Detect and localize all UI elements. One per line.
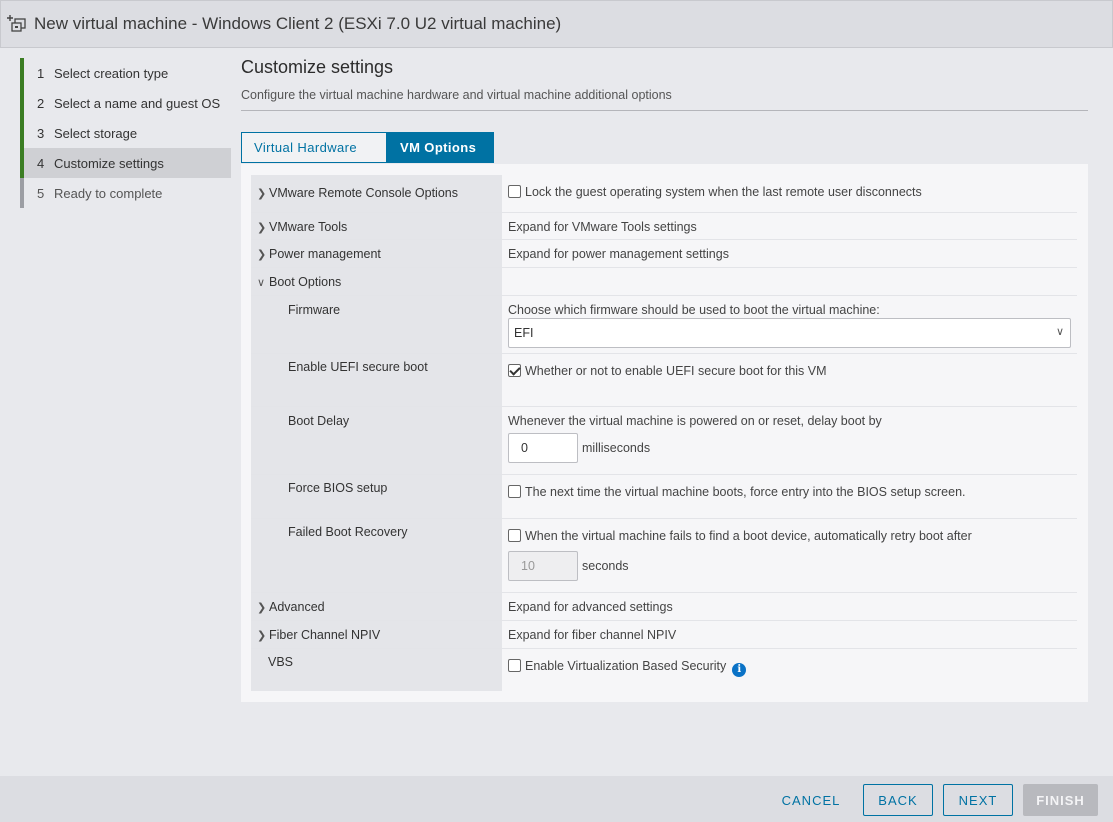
next-button[interactable]: NEXT xyxy=(943,784,1013,816)
option-row-secure-boot: Enable UEFI secure boot Whether or not t… xyxy=(251,354,1077,407)
advanced-summary: Expand for advanced settings xyxy=(508,600,673,614)
step-label: Select creation type xyxy=(54,65,169,81)
remote-console-toggle[interactable]: ❯ VMware Remote Console Options xyxy=(257,186,458,200)
power-management-summary: Expand for power management settings xyxy=(508,247,729,261)
chevron-right-icon: ❯ xyxy=(257,602,267,614)
vbs-description: Enable Virtualization Based Security xyxy=(525,659,727,673)
info-icon[interactable]: i xyxy=(732,663,747,677)
boot-delay-label: Boot Delay xyxy=(288,414,350,428)
wizard-step-customize-settings[interactable]: 4 Customize settings xyxy=(20,148,231,178)
boot-delay-input[interactable]: 0 xyxy=(508,433,578,463)
tab-bar: Virtual Hardware VM Options xyxy=(241,132,494,163)
step-number: 4 xyxy=(37,155,45,171)
firmware-label: Firmware xyxy=(288,303,341,317)
window-title: New virtual machine - Windows Client 2 (… xyxy=(34,14,562,33)
step-label: Select storage xyxy=(54,125,138,141)
fiber-channel-npiv-summary: Expand for fiber channel NPIV xyxy=(508,628,677,642)
force-bios-checkbox[interactable] xyxy=(508,485,521,498)
option-row-vbs: VBS Enable Virtualization Based Security… xyxy=(251,649,1077,691)
failed-boot-recovery-label: Failed Boot Recovery xyxy=(288,525,408,539)
vm-options-panel: ❯ VMware Remote Console Options Lock the … xyxy=(241,164,1088,702)
wizard-step-creation-type[interactable]: 1 Select creation type xyxy=(20,58,231,88)
cancel-button[interactable]: CANCEL xyxy=(771,784,851,816)
lock-guest-os-label: Lock the guest operating system when the… xyxy=(525,185,922,199)
option-row-fiber-channel-npiv: ❯ Fiber Channel NPIV Expand for fiber cha… xyxy=(251,621,1077,649)
vbs-checkbox[interactable] xyxy=(508,659,521,672)
secure-boot-label: Enable UEFI secure boot xyxy=(288,360,428,374)
step-label: Ready to complete xyxy=(54,185,163,201)
wizard-footer: CANCEL BACK NEXT FINISH xyxy=(0,776,1113,822)
title-bar: New virtual machine - Windows Client 2 (… xyxy=(0,0,1113,48)
fiber-channel-npiv-toggle[interactable]: ❯ Fiber Channel NPIV xyxy=(257,628,380,642)
step-number: 5 xyxy=(37,185,45,201)
option-row-failed-boot-recovery: Failed Boot Recovery When the virtual ma… xyxy=(251,519,1077,593)
retry-seconds-unit: seconds xyxy=(582,559,629,573)
force-bios-description: The next time the virtual machine boots,… xyxy=(525,485,966,499)
page-subtitle: Configure the virtual machine hardware a… xyxy=(241,88,672,102)
page-title: Customize settings xyxy=(241,57,394,77)
lock-guest-os-checkbox[interactable] xyxy=(508,185,521,198)
main-content: Customize settings Configure the virtual… xyxy=(231,48,1113,776)
vbs-label: VBS xyxy=(268,655,294,669)
power-management-toggle[interactable]: ❯ Power management xyxy=(257,247,381,261)
wizard-step-ready-to-complete: 5 Ready to complete xyxy=(20,178,231,208)
step-label: Customize settings xyxy=(54,155,164,171)
failed-boot-recovery-checkbox[interactable] xyxy=(508,529,521,542)
option-row-power-management: ❯ Power management Expand for power manag… xyxy=(251,240,1077,268)
force-bios-label: Force BIOS setup xyxy=(288,481,388,495)
tab-vm-options[interactable]: VM Options xyxy=(387,132,494,163)
new-vm-icon xyxy=(7,15,26,32)
option-row-firmware: Firmware Choose which firmware should be… xyxy=(251,296,1077,354)
firmware-select[interactable]: EFI ∨ xyxy=(508,318,1071,348)
firmware-description: Choose which firmware should be used to … xyxy=(508,303,880,317)
wizard-step-storage[interactable]: 3 Select storage xyxy=(20,118,231,148)
advanced-toggle[interactable]: ❯ Advanced xyxy=(257,600,325,614)
option-row-remote-console: ❯ VMware Remote Console Options Lock the … xyxy=(251,175,1077,213)
chevron-right-icon: ❯ xyxy=(257,630,267,642)
wizard-steps: 1 Select creation type 2 Select a name a… xyxy=(0,48,231,776)
finish-button[interactable]: FINISH xyxy=(1023,784,1098,816)
chevron-right-icon: ❯ xyxy=(257,188,267,200)
step-label: Select a name and guest OS xyxy=(54,95,221,111)
chevron-right-icon: ❯ xyxy=(257,249,267,261)
chevron-down-icon: ∨ xyxy=(257,277,266,289)
divider xyxy=(241,110,1088,111)
secure-boot-checkbox[interactable] xyxy=(508,364,521,377)
back-button[interactable]: BACK xyxy=(863,784,933,816)
vmware-tools-toggle[interactable]: ❯ VMware Tools xyxy=(257,220,347,234)
boot-delay-unit: milliseconds xyxy=(582,441,651,455)
step-number: 2 xyxy=(37,95,45,111)
vmware-tools-summary: Expand for VMware Tools settings xyxy=(508,220,697,234)
tab-virtual-hardware[interactable]: Virtual Hardware xyxy=(241,132,387,163)
secure-boot-description: Whether or not to enable UEFI secure boo… xyxy=(525,364,827,378)
wizard-step-name-guest-os[interactable]: 2 Select a name and guest OS xyxy=(20,88,231,118)
option-row-advanced: ❯ Advanced Expand for advanced settings xyxy=(251,593,1077,621)
option-row-boot-delay: Boot Delay Whenever the virtual machine … xyxy=(251,407,1077,475)
retry-seconds-input[interactable]: 10 xyxy=(508,551,578,581)
boot-options-toggle[interactable]: ∨ Boot Options xyxy=(257,275,341,289)
boot-delay-description: Whenever the virtual machine is powered … xyxy=(508,414,882,428)
options-grid: ❯ VMware Remote Console Options Lock the … xyxy=(251,175,1077,691)
firmware-selected-value: EFI xyxy=(514,326,534,340)
step-number: 1 xyxy=(37,65,45,81)
option-row-force-bios: Force BIOS setup The next time the virtu… xyxy=(251,475,1077,519)
failed-boot-recovery-description: When the virtual machine fails to find a… xyxy=(525,529,972,543)
option-row-vmware-tools: ❯ VMware Tools Expand for VMware Tools se… xyxy=(251,213,1077,240)
chevron-down-icon: ∨ xyxy=(1055,326,1064,338)
step-number: 3 xyxy=(37,125,45,141)
option-row-boot-options: ∨ Boot Options xyxy=(251,268,1077,296)
chevron-right-icon: ❯ xyxy=(257,222,267,234)
